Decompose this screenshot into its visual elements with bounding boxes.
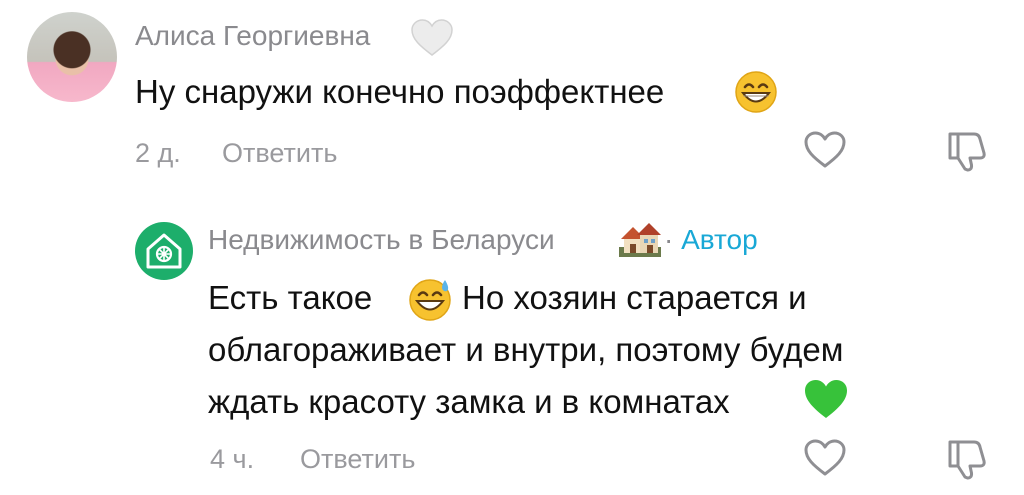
avatar[interactable]: [27, 12, 117, 102]
grinning-sweat-emoji-icon: [409, 279, 451, 321]
reply-button[interactable]: Ответить: [222, 138, 337, 169]
comment-text: Но хозяин старается и: [462, 279, 807, 316]
comment-author-name[interactable]: Алиса Георгиевна: [135, 20, 370, 52]
thumbs-down-outline-icon[interactable]: [944, 128, 990, 174]
comment-text: облагораживает и внутри, поэтому будем: [208, 331, 844, 368]
white-heart-icon: [411, 19, 453, 56]
author-badge: · Автор: [664, 224, 758, 255]
comment-timestamp: 2 д.: [135, 138, 181, 168]
comment-text: Ну снаружи конечно поэффектнее: [135, 73, 665, 110]
comment-text: ждать красоту замка и в комнатах: [208, 383, 730, 420]
reply-button[interactable]: Ответить: [300, 444, 415, 475]
avatar[interactable]: [135, 222, 193, 280]
heart-outline-icon[interactable]: [803, 438, 847, 478]
green-heart-icon: [805, 380, 847, 418]
comment-text: Есть такое: [208, 279, 373, 316]
thumbs-down-outline-icon[interactable]: [944, 436, 990, 482]
comment-timestamp: 4 ч.: [210, 444, 255, 474]
house-logo-icon: [146, 233, 182, 269]
heart-outline-icon[interactable]: [803, 130, 847, 170]
houses-emoji-icon: [619, 223, 661, 257]
comment-author-name[interactable]: Недвижимость в Беларуси: [208, 224, 555, 256]
grinning-face-emoji-icon: [735, 71, 777, 113]
